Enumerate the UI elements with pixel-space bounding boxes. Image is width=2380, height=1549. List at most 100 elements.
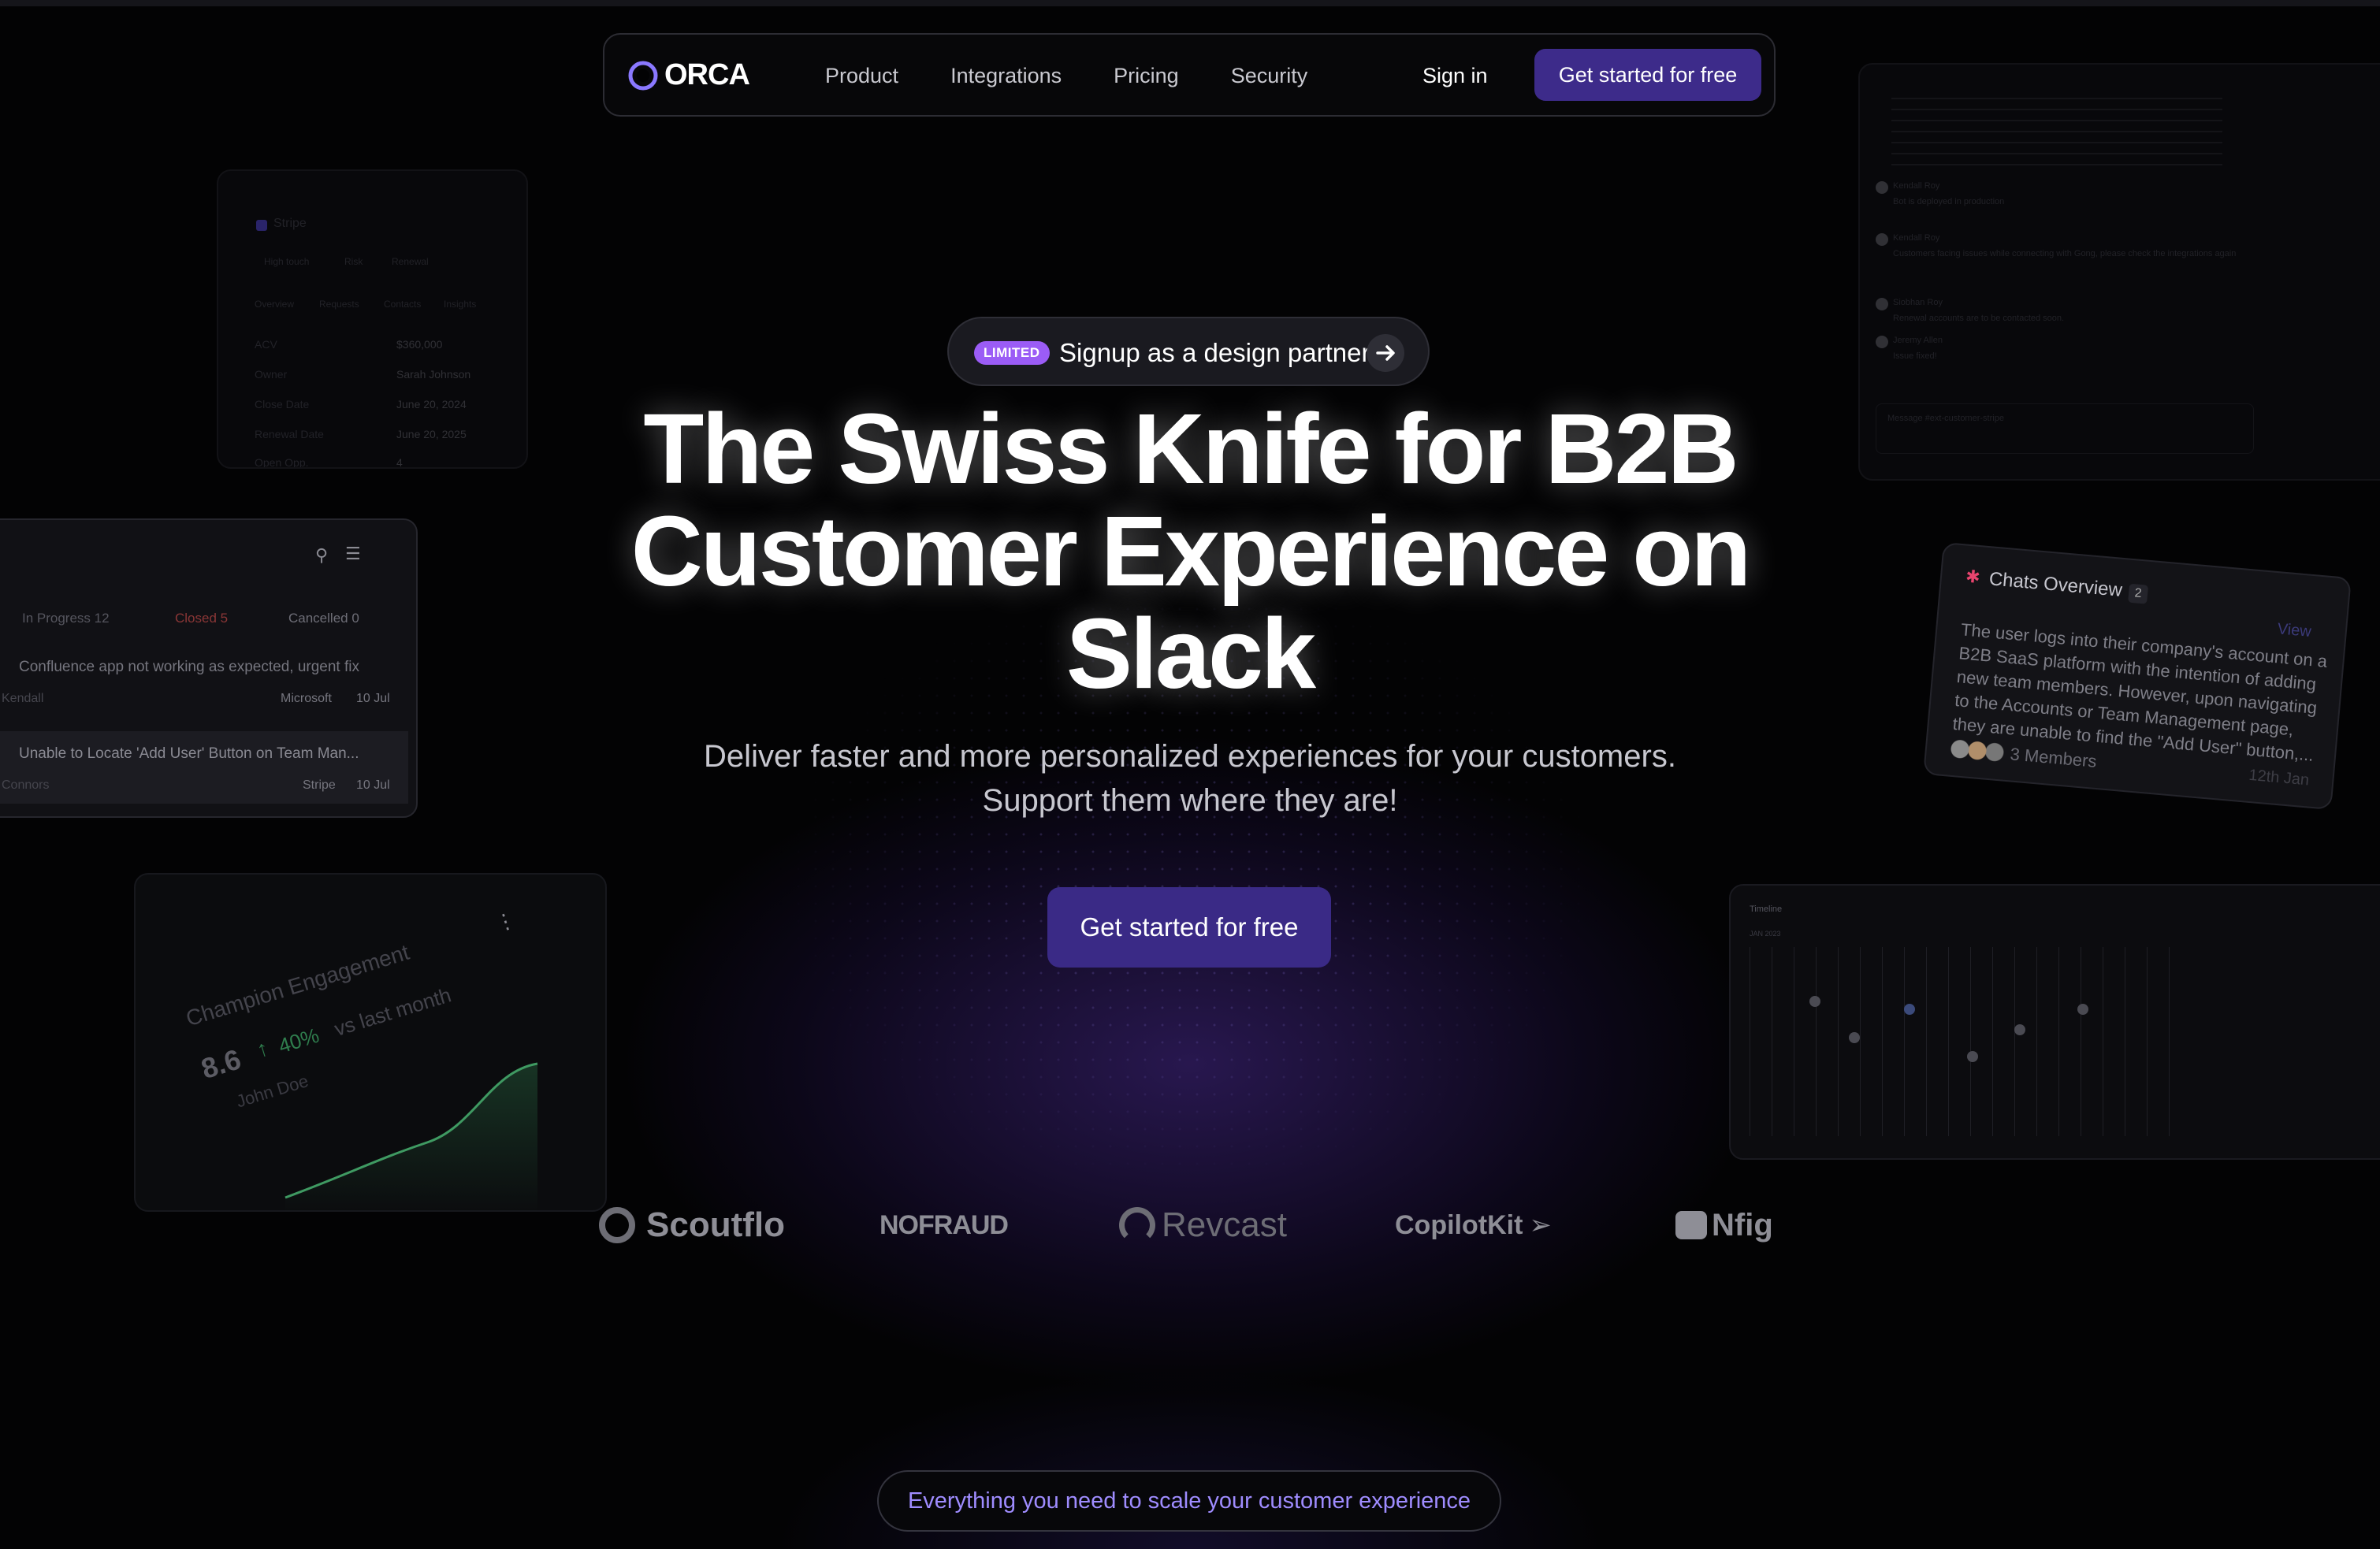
slack-sender: Kendall Roy [1893,181,1940,191]
stripe-tab: Overview [255,299,295,310]
engagement-value: 8.6 [197,1042,245,1086]
avatar [1876,336,1888,348]
customer-logos: Scoutflo NOFRAUD Revcast CopilotKit ➢ Nf… [599,1202,1781,1249]
logo-nfig: Nfig [1675,1202,1773,1249]
timeline-card: Timeline JAN 2023 [1729,884,2380,1160]
logo-revcast: Revcast [1119,1202,1287,1249]
ticket-company: Stripe [303,778,336,792]
logo-copilotkit: CopilotKit ➢ [1395,1202,1552,1249]
stripe-row-value: 4 [396,456,403,469]
stripe-tag: Renewal [392,256,429,267]
timeline-month: JAN 2023 [1750,930,1781,938]
chats-date: 12th Jan [2248,766,2310,789]
ticket-title: Unable to Locate 'Add User' Button on Te… [19,745,359,762]
slack-message-text: Customers facing issues while connecting… [1893,249,2237,258]
limited-tag: LIMITED [974,341,1050,365]
brand-name: ORCA [664,58,750,91]
ticket-title: Confluence app not working as expected, … [19,659,359,675]
top-navigation: ORCA Product Integrations Pricing Securi… [603,33,1776,117]
search-icon: ⚲ [315,545,329,565]
stripe-tab: Insights [444,299,477,310]
chats-overview-title: Chats Overview [1988,568,2123,601]
hero-subtitle: Deliver faster and more personalized exp… [599,734,1781,823]
filter-in-progress: In Progress 12 [22,611,110,626]
landing-page: Stripe High touch Risk Renewal Overview … [0,0,2380,1549]
timeline-title: Timeline [1750,905,1783,914]
stripe-row-value: $360,000 [396,338,443,351]
brand-logo[interactable]: ORCA [627,58,750,92]
design-partner-badge[interactable]: LIMITED Signup as a design partner [947,317,1430,386]
chats-overview-body: The user logs into their company's accou… [1951,619,2329,765]
sign-in-link[interactable]: Sign in [1422,61,1488,90]
slack-sender: Jeremy Allen [1893,336,1943,345]
timeline-grid [1750,947,2191,1136]
engagement-sparkline [284,1062,538,1210]
slack-composer-placeholder: Message #ext-customer-stripe [1887,414,2004,423]
orca-logo-icon [628,61,658,90]
arrow-up-icon: ↑ [253,1035,272,1062]
arrow-right-icon [1367,334,1404,372]
slack-message-text: Bot is deployed in production [1893,197,2005,206]
nav-get-started-button[interactable]: Get started for free [1534,49,1761,101]
stripe-row-value: Sarah Johnson [396,368,471,381]
nav-product[interactable]: Product [825,61,898,90]
hero-get-started-button[interactable]: Get started for free [1047,887,1331,968]
engagement-change-label: vs last month [331,983,454,1041]
chats-count-badge: 2 [2128,583,2149,604]
stripe-card-title: Stripe [273,217,307,230]
ticket-company: Microsoft [281,692,332,705]
timeline-avatar [2014,1024,2025,1035]
slack-logo-icon: ✱ [1965,566,1981,588]
filter-closed: Closed 5 [175,611,229,626]
nfig-icon [1675,1211,1707,1239]
kite-icon: ➢ [1529,1210,1552,1240]
timeline-avatar [1967,1051,1978,1062]
hero-title: The Swiss Knife for B2B Customer Experie… [630,393,1751,709]
member-avatars [1950,738,2006,763]
logo-text: CopilotKit [1395,1209,1523,1240]
hero-subtitle-line: Support them where they are! [982,783,1398,818]
timeline-avatar [2077,1004,2088,1015]
stripe-tag: High touch [264,256,310,267]
kebab-menu-icon: ⋮ [492,907,519,936]
slack-sender: Siobhan Roy [1893,298,1943,307]
champion-engagement-card: Champion Engagement ⋮ 8.6 ↑ 40% vs last … [134,873,607,1212]
stripe-row-label: Open Opp. [255,456,309,469]
timeline-avatar [1809,996,1820,1007]
slack-thread-card: Kendall Roy Bot is deployed in productio… [1858,63,2380,481]
logo-scoutflo: Scoutflo [599,1202,785,1249]
avatar [1876,298,1888,310]
revcast-icon [1119,1207,1155,1243]
nav-security[interactable]: Security [1231,61,1308,90]
slack-message-text: Renewal accounts are to be contacted soo… [1893,314,2065,323]
ticket-list-card: ⚲ ☰ In Progress 12 Closed 5 Cancelled 0 … [0,518,418,818]
chats-members: 3 Members [2009,744,2098,771]
logo-text: Nfig [1712,1207,1773,1243]
stripe-row-value: June 20, 2024 [396,398,467,410]
ticket-row-highlight [0,731,408,804]
filter-cancelled: Cancelled 0 [288,611,359,626]
nav-integrations[interactable]: Integrations [950,61,1062,90]
slack-sender: Kendall Roy [1893,233,1940,243]
chats-overview-card: ✱ Chats Overview 2 View The user logs in… [1923,541,2352,811]
nav-links: Product Integrations Pricing Security [825,61,1359,90]
scoutflo-icon [599,1207,635,1243]
nav-pricing[interactable]: Pricing [1114,61,1179,90]
stripe-row-label: Renewal Date [255,428,324,440]
stripe-tab: Contacts [384,299,422,310]
ticket-requester: Connors [2,778,50,792]
slack-message-text: Issue fixed! [1893,351,1937,361]
badge-text: Signup as a design partner [1059,338,1370,367]
stripe-row-label: Owner [255,368,288,381]
logo-text: NOFRAUD [879,1209,1009,1240]
stripe-tab: Requests [319,299,359,310]
logo-nofraud: NOFRAUD [879,1202,1009,1249]
stripe-row-label: ACV [255,338,277,351]
slack-message-blur [1891,88,2222,175]
timeline-avatar [1904,1004,1915,1015]
browser-top-edge [0,0,2380,6]
ticket-date: 10 Jul [356,692,390,705]
ticket-date: 10 Jul [356,778,390,792]
stripe-logo-icon [256,220,267,231]
timeline-avatar [1849,1032,1860,1043]
